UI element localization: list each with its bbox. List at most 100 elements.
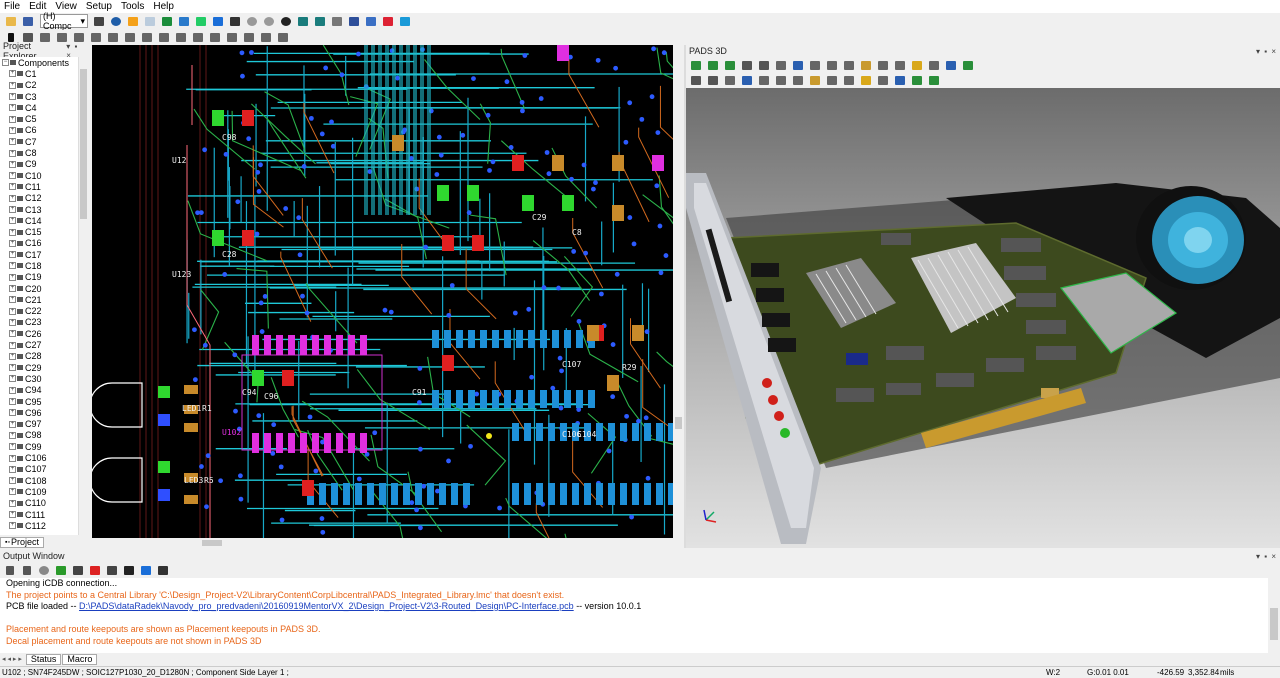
view3d-tool-icon[interactable] [960,59,975,72]
view3d-tool-icon[interactable] [790,74,805,87]
output-scrollbar[interactable] [1268,578,1280,653]
lock-icon[interactable] [125,15,140,28]
tree-item-c3[interactable]: + C3 [0,91,87,102]
spread-icon[interactable] [224,31,239,44]
select-icon[interactable] [346,15,361,28]
expand-icon[interactable]: + [9,409,16,417]
view3d-tool-icon[interactable] [841,74,856,87]
expand-icon[interactable]: + [9,364,16,372]
menu-file[interactable]: File [4,1,20,12]
expand-icon[interactable]: + [9,228,16,236]
expand-icon[interactable]: + [9,126,16,134]
expand-icon[interactable]: + [9,307,16,315]
save-icon[interactable] [20,15,35,28]
tree-item-c95[interactable]: + C95 [0,396,87,407]
columns-icon[interactable] [155,564,170,577]
tree-item-c27[interactable]: + C27 [0,339,87,350]
trace-icon[interactable] [88,31,103,44]
tree-item-c18[interactable]: + C18 [0,260,87,271]
report-icon[interactable] [397,15,412,28]
pcb-vertical-scrollbar[interactable] [673,45,684,538]
cluster-icon[interactable] [241,31,256,44]
expand-icon[interactable]: + [9,296,16,304]
pcb-canvas[interactable]: U12 U123 LED1 R1 LED3 R5 U102 C96 C98 C28 C91 C8 C29… [92,45,673,538]
via-icon[interactable] [105,31,120,44]
expand-icon[interactable]: + [9,138,16,146]
redo-icon[interactable] [261,15,276,28]
expand-icon[interactable]: + [9,149,16,157]
tab-macro[interactable]: Macro [62,653,98,665]
page-icon[interactable] [142,15,157,28]
tree-item-c22[interactable]: + C22 [0,306,87,317]
pcb-layout-view[interactable]: U12 U123 LED1 R1 LED3 R5 U102 C96 C98 C28 C91 C8 C29… [92,45,673,538]
home-icon[interactable] [70,564,85,577]
view3d-tool-icon[interactable] [688,74,703,87]
tree-item-c108[interactable]: + C108 [0,475,87,486]
view3d-tool-icon[interactable] [739,74,754,87]
tab-project[interactable]: ▪▫ Project [0,536,44,548]
view3d-tool-icon[interactable] [892,59,907,72]
expand-icon[interactable]: + [9,262,16,270]
layout-icon[interactable] [91,15,106,28]
view3d-tool-icon[interactable] [756,59,771,72]
expand-icon[interactable]: + [9,239,16,247]
expand-icon[interactable]: + [9,522,16,530]
expand-icon[interactable]: + [9,93,16,101]
pads3d-viewport[interactable] [686,88,1280,548]
tree-item-c23[interactable]: + C23 [0,317,87,328]
tree-item-c20[interactable]: + C20 [0,283,87,294]
output-log[interactable]: Opening iCDB connection... The project po… [0,578,1268,653]
expand-icon[interactable]: + [9,70,16,78]
view3d-tool-icon[interactable] [875,59,890,72]
menu-setup[interactable]: Setup [86,1,112,12]
expand-icon[interactable]: + [9,194,16,202]
expand-icon[interactable]: + [9,285,16,293]
view3d-tool-icon[interactable] [705,59,720,72]
view3d-tool-icon[interactable] [790,59,805,72]
view3d-tool-icon[interactable] [824,59,839,72]
view3d-tool-icon[interactable] [943,59,958,72]
tree-item-c97[interactable]: + C97 [0,419,87,430]
view3d-tool-icon[interactable] [824,74,839,87]
flip-icon[interactable] [156,31,171,44]
align-icon[interactable] [190,31,205,44]
tree-item-c12[interactable]: + C12 [0,193,87,204]
expand-icon[interactable]: + [9,375,16,383]
copper-icon[interactable] [122,31,137,44]
view3d-tool-icon[interactable] [909,59,924,72]
tree-item-c9[interactable]: + C9 [0,159,87,170]
pads3d-controls-icon[interactable]: ▾ ▪ × [1256,47,1277,56]
tree-item-c109[interactable]: + C109 [0,486,87,497]
expand-icon[interactable]: + [9,511,16,519]
view3d-tool-icon[interactable] [807,59,822,72]
tree-item-c99[interactable]: + C99 [0,441,87,452]
grid-icon[interactable] [176,15,191,28]
view3d-tool-icon[interactable] [858,74,873,87]
tree-item-c10[interactable]: + C10 [0,170,87,181]
view3d-tool-icon[interactable] [722,74,737,87]
expand-icon[interactable]: + [9,172,16,180]
find-icon[interactable] [121,564,136,577]
open-file-icon[interactable] [3,15,18,28]
display-icon[interactable] [312,15,327,28]
layer-icon[interactable] [295,15,310,28]
expand-icon[interactable]: + [9,454,16,462]
tree-item-c6[interactable]: + C6 [0,125,87,136]
menu-tools[interactable]: Tools [121,1,144,12]
expand-icon[interactable]: + [9,81,16,89]
view3d-tool-icon[interactable] [807,74,822,87]
tree-item-c4[interactable]: + C4 [0,102,87,113]
back-icon[interactable] [2,564,17,577]
output-controls-icon[interactable]: ▾ ▪ × [1256,552,1277,561]
collapse-icon[interactable]: − [2,59,9,67]
tree-item-c28[interactable]: + C28 [0,351,87,362]
tree-item-c111[interactable]: + C111 [0,509,87,520]
tree-item-c16[interactable]: + C16 [0,238,87,249]
tree-item-c13[interactable]: + C13 [0,204,87,215]
expand-icon[interactable]: + [9,160,16,168]
view3d-tool-icon[interactable] [688,59,703,72]
tree-item-c2[interactable]: + C2 [0,80,87,91]
measure-icon[interactable] [210,15,225,28]
expand-icon[interactable]: + [9,251,16,259]
tree-item-c112[interactable]: + C112 [0,520,87,531]
